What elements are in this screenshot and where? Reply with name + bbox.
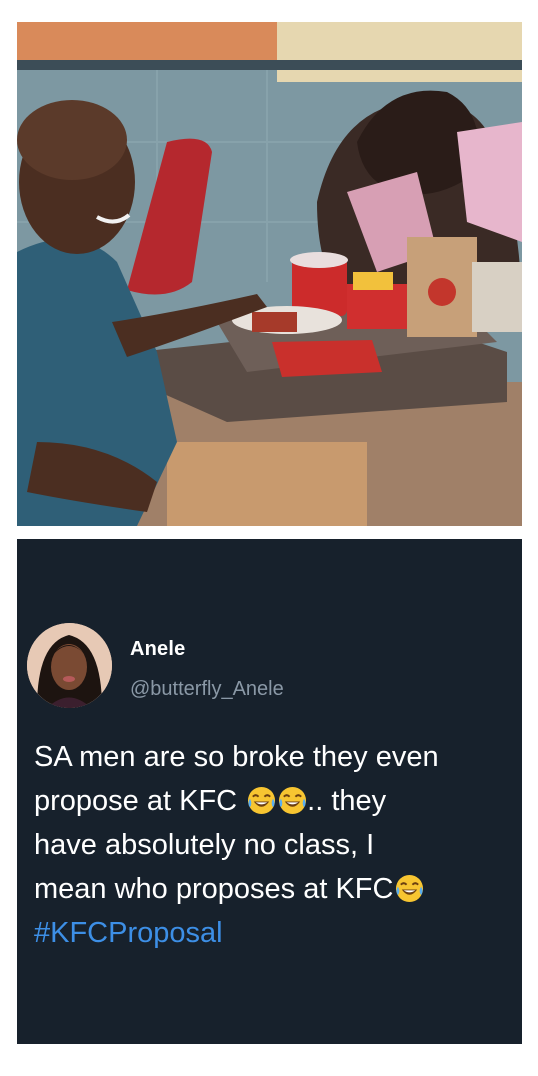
tweet-line: #KFCProposal — [34, 911, 519, 955]
avatar-portrait-icon — [27, 623, 112, 708]
tweet-line: mean who proposes at KFC — [34, 867, 519, 911]
laughing-emoji-icon — [278, 786, 307, 815]
author-handle[interactable]: @butterfly_Anele — [130, 678, 284, 701]
laughing-emoji-icon — [395, 874, 424, 903]
tweet-card: Anele @butterfly_Anele SA men are so bro… — [17, 539, 522, 1044]
tweet-text-segment: .. they — [307, 785, 387, 817]
hashtag-link[interactable]: #KFCProposal — [34, 917, 223, 949]
tweet-line: have absolutely no class, I — [34, 823, 519, 867]
author-name[interactable]: Anele — [130, 638, 185, 661]
tweet-text-segment: have absolutely no class, I — [34, 829, 375, 861]
profile-avatar[interactable] — [27, 623, 112, 708]
tweet-text: SA men are so broke they even propose at… — [34, 735, 519, 955]
laughing-emoji-icon — [247, 786, 276, 815]
tweet-text-segment: propose at KFC — [34, 785, 246, 817]
tweet-text-segment: mean who proposes at KFC — [34, 873, 394, 905]
tweet-line: propose at KFC .. they — [34, 779, 519, 823]
tweet-text-segment: SA men are so broke they even — [34, 741, 439, 773]
proposal-photo-illustration — [17, 22, 522, 526]
tweet-line: SA men are so broke they even — [34, 735, 519, 779]
proposal-photo — [17, 22, 522, 526]
